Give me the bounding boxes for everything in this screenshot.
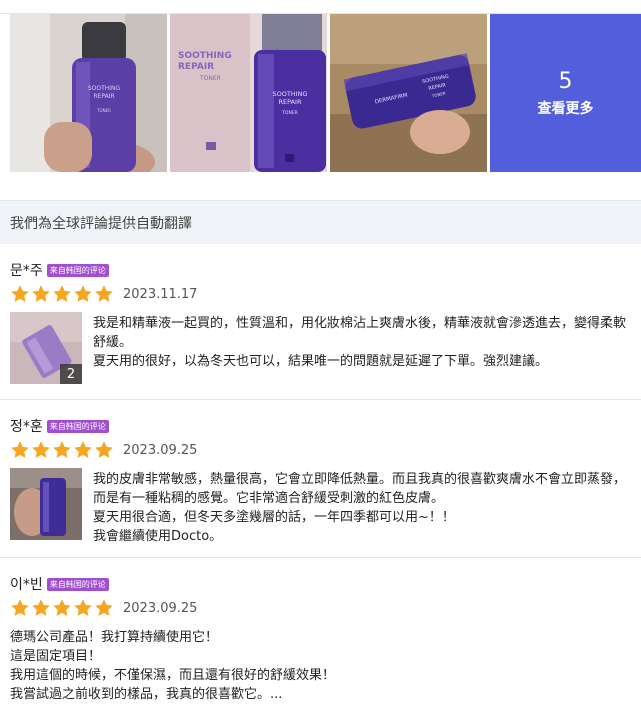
review-item: 이*빈 来自韩国的评论 2023.09.25 德瑪公司產品！我打算持續使用它！ … (0, 558, 641, 714)
review-text-line: 我的皮膚非常敏感，熱量很高，它會立即降低熱量。而且我真的很喜歡爽膚水不會立即蒸發… (93, 472, 627, 487)
review-origin-badge: 来自韩国的评论 (46, 419, 109, 433)
star-icon (53, 285, 71, 302)
review-text-line: 夏天用很合適，但冬天多塗幾層的話，一年四季都可以用~！！ (93, 510, 455, 525)
more-photo-count: 5 (558, 69, 573, 94)
review-origin-badge: 来自韩国的评论 (46, 263, 109, 277)
review-text-line: 我用這個的時候，不僅保濕，而且還有很好的舒緩效果！ (10, 668, 336, 683)
photo1-text-2: REPAIR (93, 93, 114, 100)
reviewer: 이*빈 来自韩国的评论 (10, 574, 109, 594)
star-icon (53, 599, 71, 616)
top-divider (0, 0, 641, 14)
reviewer-name: 문*주 (10, 263, 43, 279)
photo2-bottle-text-1: SOOTHING (272, 90, 307, 98)
star-icon (11, 285, 29, 302)
review-date: 2023.09.25 (123, 442, 198, 458)
star-icon (95, 285, 113, 302)
review-origin-badge: 来自韩国的评论 (46, 577, 109, 591)
review-text-line: 我會繼續使用Docto。 (93, 529, 223, 544)
star-icon (95, 441, 113, 458)
star-icon (32, 599, 50, 616)
review-text-line: 我嘗試過之前收到的樣品，我真的很喜歡它。... (10, 687, 283, 702)
photo1-text-3: TONER (96, 108, 111, 113)
review-text-line: 這是固定項目！ (10, 649, 102, 664)
review-photo-2[interactable]: SOOTHING REPAIR TONER SOOTHING REPAIR TO… (170, 14, 327, 172)
review-photo-thumbnail[interactable] (10, 468, 82, 540)
review-text-line: 夏天用的很好，以為冬天也可以，結果唯一的問題就是延遲了下單。強烈建議。 (93, 354, 549, 369)
review-text-line: 而是有一種粘稠的感覺。它非常適合舒緩受刺激的紅色皮膚。 (93, 491, 445, 506)
star-icon (32, 285, 50, 302)
star-icon (53, 441, 71, 458)
review-text: 我是和精華液一起買的，性質溫和，用化妝棉沾上爽膚水後，精華液就會滲透進去，變得柔… (93, 314, 633, 371)
star-rating (10, 440, 115, 460)
photo2-box-text-2: REPAIR (178, 62, 214, 72)
view-more-label: 查看更多 (537, 101, 594, 117)
review-text: 我的皮膚非常敏感，熱量很高，它會立即降低熱量。而且我真的很喜歡爽膚水不會立即蒸發… (93, 470, 633, 546)
image-count-badge: 2 (60, 364, 82, 384)
auto-translation-notice: 我們為全球評論提供自動翻譯 (0, 200, 641, 244)
star-rating (10, 598, 115, 618)
reviewer: 정*훈 来自韩国的评论 (10, 416, 109, 436)
star-icon (32, 441, 50, 458)
star-icon (95, 599, 113, 616)
star-icon (11, 599, 29, 616)
reviewer-name: 이*빈 (10, 577, 43, 593)
review-photo-1[interactable]: SOOTHING REPAIR TONER (10, 14, 167, 172)
review-date: 2023.11.17 (123, 286, 198, 302)
review-photo-gallery: SOOTHING REPAIR TONER SOOTHING REPAIR TO… (10, 14, 641, 172)
photo2-box-text-3: TONER (199, 75, 221, 82)
review-text: 德瑪公司產品！我打算持續使用它！ 這是固定項目！ 我用這個的時候，不僅保濕，而且… (10, 628, 630, 704)
review-text-line: 德瑪公司產品！我打算持續使用它！ (10, 630, 219, 645)
review-text-line: 舒緩。 (93, 335, 133, 350)
photo2-box-text-1: SOOTHING (178, 51, 232, 61)
review-date: 2023.09.25 (123, 600, 198, 616)
review-item: 정*훈 来自韩国的评论 2023.09.25 我的皮膚非常敏感，熱量很高，它會立… (0, 400, 641, 558)
review-text-line: 我是和精華液一起買的，性質溫和，用化妝棉沾上爽膚水後，精華液就會滲透進去，變得柔… (93, 316, 627, 331)
star-rating (10, 284, 115, 304)
view-more-overlay: 5 查看更多 (490, 14, 641, 172)
review-item: 문*주 来自韩国的评论 2023.11.17 2 我是和精華液一起買的，性質溫和… (0, 244, 641, 400)
photo2-bottle-text-3: TONER (281, 110, 298, 116)
translation-notice-text: 我們為全球評論提供自動翻譯 (10, 215, 192, 232)
star-icon (74, 599, 92, 616)
photo2-bottle-text-2: REPAIR (278, 98, 301, 106)
review-rating: 2023.09.25 (10, 440, 197, 460)
star-icon (74, 441, 92, 458)
reviewer: 문*주 来自韩国的评论 (10, 260, 109, 280)
reviewer-name: 정*훈 (10, 419, 43, 435)
view-more-photos[interactable]: 5 查看更多 (490, 14, 641, 172)
review-rating: 2023.09.25 (10, 598, 197, 618)
review-photo-thumbnail[interactable]: 2 (10, 312, 82, 384)
review-rating: 2023.11.17 (10, 284, 197, 304)
review-photo-3[interactable]: DERMAFIRM SOOTHING REPAIR TONER (330, 14, 487, 172)
star-icon (11, 441, 29, 458)
photo1-text-1: SOOTHING (88, 85, 121, 92)
star-icon (74, 285, 92, 302)
